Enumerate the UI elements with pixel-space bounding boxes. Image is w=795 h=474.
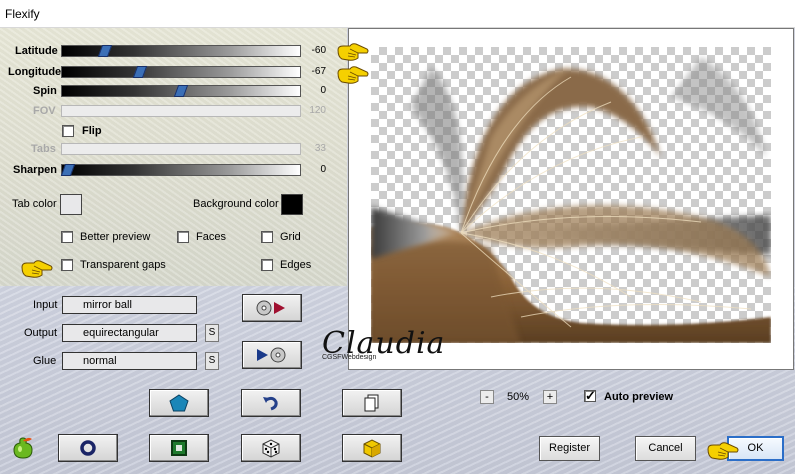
better-preview-label: Better preview: [80, 231, 151, 243]
ring-icon: [80, 440, 96, 456]
longitude-value: -67: [311, 66, 326, 77]
dice-icon: [262, 439, 280, 458]
yellow-box-icon: [363, 439, 381, 458]
spin-slider[interactable]: [61, 85, 301, 97]
longitude-label: Longitude: [8, 66, 62, 78]
zoom-in-button[interactable]: +: [543, 390, 557, 404]
fov-slider: [61, 105, 301, 117]
background-color-swatch[interactable]: [281, 194, 303, 215]
undo-button[interactable]: [241, 389, 301, 417]
background-color-label: Background color: [193, 198, 279, 210]
spin-label: Spin: [33, 85, 57, 97]
auto-preview-label: Auto preview: [604, 391, 674, 403]
signature-credit: CGSFWebdesign: [322, 354, 377, 361]
pointing-hand-icon: [337, 66, 369, 84]
latitude-slider-thumb[interactable]: [97, 45, 113, 57]
faces-checkbox[interactable]: [177, 231, 189, 243]
sharpen-value: 0: [320, 164, 326, 175]
sharpen-slider[interactable]: [60, 164, 301, 176]
preview-image[interactable]: [371, 47, 771, 343]
transparent-gaps-checkbox[interactable]: [61, 259, 73, 271]
copy-page-icon: [364, 394, 379, 412]
pointing-hand-icon: [21, 260, 53, 278]
spin-slider-thumb[interactable]: [173, 85, 189, 97]
copy-button[interactable]: [342, 389, 402, 417]
fov-value: 120: [309, 105, 326, 116]
window-title: Flexify: [5, 7, 40, 21]
glue-swap-button[interactable]: S: [205, 352, 219, 370]
edges-label: Edges: [280, 259, 312, 271]
spin-value: 0: [320, 85, 326, 96]
longitude-slider-thumb[interactable]: [132, 66, 148, 78]
preview-render: [371, 57, 771, 343]
flip-checkbox[interactable]: [62, 125, 74, 137]
preview-panel: [348, 28, 794, 370]
play-forward-button[interactable]: [242, 294, 302, 322]
tab-color-swatch[interactable]: [60, 194, 82, 215]
latitude-slider[interactable]: [61, 45, 301, 57]
auto-preview-checkbox[interactable]: [584, 388, 596, 404]
cancel-button[interactable]: Cancel: [635, 436, 696, 461]
longitude-slider[interactable]: [61, 66, 301, 78]
signature-watermark: Claudia CGSFWebdesign: [322, 326, 445, 361]
glue-label: Glue: [33, 355, 57, 367]
pointing-hand-icon: [337, 43, 369, 61]
glue-select[interactable]: normal: [62, 352, 197, 370]
title-bar: Flexify: [0, 0, 795, 28]
fov-label: FOV: [33, 105, 56, 117]
play-disc-icon: [257, 347, 286, 363]
tabs-value: 33: [314, 143, 326, 154]
play-reverse-button[interactable]: [242, 341, 302, 369]
flip-label: Flip: [82, 125, 102, 137]
input-projection-select[interactable]: mirror ball: [62, 296, 197, 314]
circle-button[interactable]: [58, 434, 118, 462]
output-projection-select[interactable]: equirectangular: [62, 324, 197, 342]
square-button[interactable]: [149, 434, 209, 462]
random-button[interactable]: [241, 434, 301, 462]
latitude-value: -60: [311, 45, 326, 56]
latitude-label: Latitude: [15, 45, 58, 57]
zoom-level: 50%: [507, 391, 530, 403]
pentagon-button[interactable]: [149, 389, 209, 417]
sharpen-label: Sharpen: [13, 164, 58, 176]
tabs-label: Tabs: [31, 143, 56, 155]
grid-checkbox[interactable]: [261, 231, 273, 243]
preset-box-button[interactable]: [342, 434, 402, 462]
undo-icon: [263, 396, 278, 411]
pentagon-icon: [169, 394, 189, 412]
edges-checkbox[interactable]: [261, 259, 273, 271]
register-button[interactable]: Register: [539, 436, 600, 461]
transparent-gaps-label: Transparent gaps: [80, 259, 166, 271]
zoom-out-button[interactable]: -: [480, 390, 494, 404]
tab-color-label: Tab color: [12, 198, 57, 210]
pointing-hand-icon: [707, 442, 739, 460]
tabs-slider: [61, 143, 301, 155]
output-swap-button[interactable]: S: [205, 324, 219, 342]
input-label: Input: [33, 299, 58, 311]
faces-label: Faces: [196, 231, 226, 243]
sharpen-slider-thumb[interactable]: [60, 164, 76, 176]
output-label: Output: [24, 327, 58, 339]
better-preview-checkbox[interactable]: [61, 231, 73, 243]
square-frame-icon: [171, 440, 187, 456]
disc-play-icon: [256, 300, 285, 316]
flaming-pear-logo-icon: [13, 437, 33, 459]
grid-label: Grid: [280, 231, 301, 243]
